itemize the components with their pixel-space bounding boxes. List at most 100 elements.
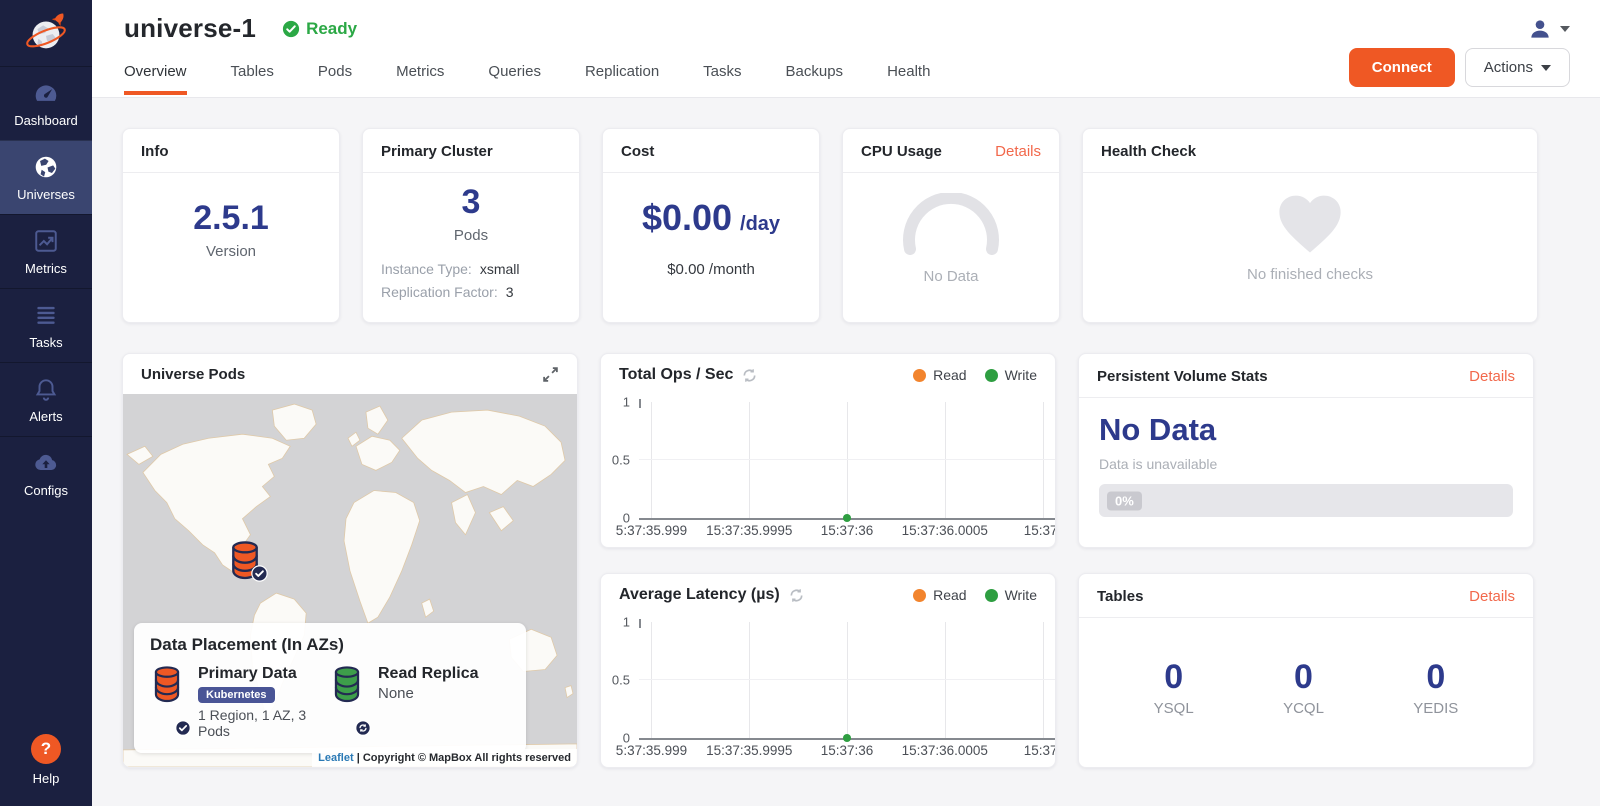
line-chart-icon: [33, 228, 59, 254]
card-title: Tables: [1097, 588, 1143, 605]
sidebar-item-label: Help: [33, 771, 60, 786]
sidebar-item-label: Metrics: [25, 261, 67, 276]
volume-no-data: No Data: [1099, 412, 1513, 448]
user-menu[interactable]: [1527, 16, 1570, 42]
card-title: Universe Pods: [141, 366, 245, 383]
tab-metrics[interactable]: Metrics: [396, 51, 444, 95]
cloud-upload-icon: [33, 450, 59, 476]
overview-content: Info 2.5.1 Version Primary Cluster 3 Pod…: [92, 98, 1600, 806]
cpu-details-link[interactable]: Details: [995, 143, 1041, 160]
chart-plot: 00.51: [639, 402, 1055, 520]
kubernetes-badge: Kubernetes: [198, 687, 275, 703]
tab-tasks[interactable]: Tasks: [703, 51, 741, 95]
leaflet-link[interactable]: Leaflet: [318, 752, 353, 764]
tab-queries[interactable]: Queries: [488, 51, 541, 95]
cost-card: Cost $0.00/day $0.00 /month: [602, 128, 820, 323]
world-map[interactable]: Data Placement (In AZs): [123, 394, 577, 767]
cpu-usage-card: CPU Usage Details No Data: [842, 128, 1060, 323]
database-icon: [330, 665, 364, 703]
check-badge-icon: [175, 720, 191, 736]
primary-data-map-marker[interactable]: [227, 540, 267, 585]
tab-pods[interactable]: Pods: [318, 51, 352, 95]
legend-write[interactable]: Write: [985, 367, 1037, 383]
sidebar-item-universes[interactable]: Universes: [0, 140, 92, 214]
sidebar-item-alerts[interactable]: Alerts: [0, 362, 92, 436]
ysql-count: 0 YSQL: [1154, 658, 1194, 717]
yugabyte-logo[interactable]: [0, 0, 92, 66]
chart-plot: 00.51: [639, 622, 1055, 740]
card-title: Persistent Volume Stats: [1097, 368, 1268, 385]
question-icon: ?: [31, 734, 61, 764]
data-placement-panel: Data Placement (In AZs): [134, 623, 526, 753]
health-check-card: Health Check No finished checks: [1082, 128, 1538, 323]
total-ops-chart-card: Total Ops / Sec Read Write: [600, 353, 1056, 548]
sidebar-item-dashboard[interactable]: Dashboard: [0, 66, 92, 140]
sidebar-item-label: Universes: [17, 187, 75, 202]
data-placement-title: Data Placement (In AZs): [150, 635, 510, 655]
legend-read[interactable]: Read: [913, 587, 966, 603]
tables-details-link[interactable]: Details: [1469, 588, 1515, 605]
card-title: CPU Usage: [861, 143, 942, 160]
tab-overview[interactable]: Overview: [124, 51, 187, 95]
database-icon: [150, 665, 184, 703]
copyright-text: | Copyright © MapBox All rights reserved: [357, 752, 571, 764]
sidebar-item-metrics[interactable]: Metrics: [0, 214, 92, 288]
status-label: Ready: [306, 19, 357, 39]
sidebar-item-tasks[interactable]: Tasks: [0, 288, 92, 362]
write-dot-icon: [985, 589, 998, 602]
tab-backups[interactable]: Backups: [786, 51, 844, 95]
chart-title: Average Latency (µs): [619, 586, 780, 604]
expand-icon[interactable]: [542, 366, 559, 383]
version-value: 2.5.1: [123, 199, 339, 238]
main-area: universe-1 Ready Overview Tabl: [92, 0, 1600, 806]
app-window: Dashboard Universes Metrics Tasks: [0, 0, 1600, 806]
status-badge: Ready: [282, 19, 357, 39]
read-replica-label: Read Replica: [378, 665, 478, 683]
cost-unit: /day: [740, 213, 780, 235]
sidebar-spacer: [0, 510, 92, 722]
card-title: Info: [141, 143, 169, 160]
version-caption: Version: [123, 243, 339, 260]
tab-tables[interactable]: Tables: [231, 51, 274, 95]
legend-read[interactable]: Read: [913, 367, 966, 383]
tab-health[interactable]: Health: [887, 51, 930, 95]
primary-data-detail: 1 Region, 1 AZ, 3 Pods: [198, 707, 330, 739]
check-badge-icon: [251, 565, 268, 582]
bell-icon: [33, 376, 59, 402]
tab-replication[interactable]: Replication: [585, 51, 659, 95]
sidebar-item-configs[interactable]: Configs: [0, 436, 92, 510]
cost-per-month: $0.00 /month: [603, 261, 819, 278]
sidebar-item-label: Alerts: [29, 409, 62, 424]
read-dot-icon: [913, 369, 926, 382]
refresh-icon[interactable]: [742, 368, 757, 383]
chevron-down-icon: [1560, 26, 1570, 32]
primary-data-legend: Primary Data Kubernetes 1 Region, 1 AZ, …: [150, 665, 330, 739]
read-dot-icon: [913, 589, 926, 602]
globe-icon: [33, 154, 59, 180]
volume-subtitle: Data is unavailable: [1099, 456, 1513, 472]
sidebar-item-help[interactable]: ? Help: [0, 722, 92, 806]
volume-progress-label: 0%: [1107, 491, 1142, 510]
read-replica-detail: None: [378, 685, 478, 702]
tables-card: Tables Details 0 YSQL 0 YCQL 0: [1078, 573, 1534, 768]
actions-button[interactable]: Actions: [1465, 48, 1570, 87]
health-empty-text: No finished checks: [1083, 266, 1537, 283]
list-icon: [33, 302, 59, 328]
legend-write[interactable]: Write: [985, 587, 1037, 603]
card-title: Health Check: [1101, 143, 1196, 160]
connect-button[interactable]: Connect: [1349, 48, 1455, 87]
page-title: universe-1: [124, 13, 256, 44]
universe-pods-card: Universe Pods: [122, 353, 578, 768]
card-title: Cost: [621, 143, 654, 160]
sync-badge-icon: [355, 720, 371, 736]
sidebar-item-label: Tasks: [29, 335, 62, 350]
read-replica-legend: Read Replica None: [330, 665, 510, 739]
cpu-empty-text: No Data: [843, 268, 1059, 285]
user-icon: [1527, 16, 1553, 42]
persistent-volume-stats-card: Persistent Volume Stats Details No Data …: [1078, 353, 1534, 548]
refresh-icon[interactable]: [789, 588, 804, 603]
heart-icon: [1275, 191, 1345, 255]
tab-bar: Overview Tables Pods Metrics Queries Rep…: [124, 48, 1570, 97]
primary-data-label: Primary Data: [198, 665, 330, 683]
volume-details-link[interactable]: Details: [1469, 368, 1515, 385]
